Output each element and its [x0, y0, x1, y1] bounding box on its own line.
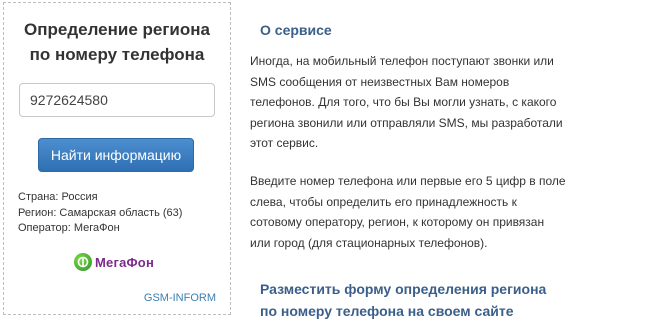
result-operator: Оператор: МегаФон: [18, 222, 120, 234]
about-p2-line: Введите номер телефона или первые его 5 …: [250, 174, 566, 188]
about-p1-line: телефонов. Для того, что бы Вы могли узн…: [250, 95, 557, 109]
find-info-button[interactable]: Найти информацию: [38, 138, 194, 172]
about-p2-line: или город (для стационарных телефонов).: [250, 235, 488, 250]
widget-title-line2: по номеру телефона: [29, 45, 205, 64]
widget-title: Определение региона по номеру телефона: [4, 17, 230, 67]
widget-title-line1: Определение региона: [24, 20, 210, 39]
megafon-logo-icon: [74, 253, 92, 271]
about-p2-line: слева, чтобы определить его принадлежнос…: [250, 194, 517, 209]
place-form-title: Разместить форму определения региона по …: [260, 278, 546, 322]
place-form-title-line1: Разместить форму определения региона: [260, 281, 547, 297]
megafon-logo-text: МегаФон: [95, 254, 154, 270]
result-region: Регион: Самарская область (63): [18, 206, 183, 219]
megafon-mark-icon: [77, 256, 89, 268]
about-paragraph-2: Введите номер телефона или первые его 5 …: [250, 171, 580, 253]
about-title: О сервисе: [260, 22, 332, 38]
result-country: Страна: Россия: [18, 191, 98, 203]
about-p1-line: этот сервис.: [250, 136, 319, 150]
place-form-title-line2: по номеру телефона на своем сайте: [260, 303, 514, 319]
about-p1-line: региона звонили или отправляли SMS, мы р…: [250, 115, 563, 130]
lookup-result: Страна: Россия Регион: Самарская область…: [18, 190, 182, 237]
about-paragraph-1: Иногда, на мобильный телефон поступают з…: [250, 51, 580, 154]
about-p2-line: сотовому оператору, регион, к которому о…: [250, 215, 545, 229]
about-p1-line: SMS сообщения от неизвестных Вам номеров: [250, 74, 510, 89]
gsm-inform-link[interactable]: GSM-INFORM: [144, 292, 216, 304]
region-lookup-widget: Определение региона по номеру телефона Н…: [3, 2, 231, 315]
about-p1-line: Иногда, на мобильный телефон поступают з…: [250, 54, 554, 68]
phone-number-input[interactable]: [19, 83, 215, 117]
megafon-logo: МегаФон: [74, 252, 154, 272]
